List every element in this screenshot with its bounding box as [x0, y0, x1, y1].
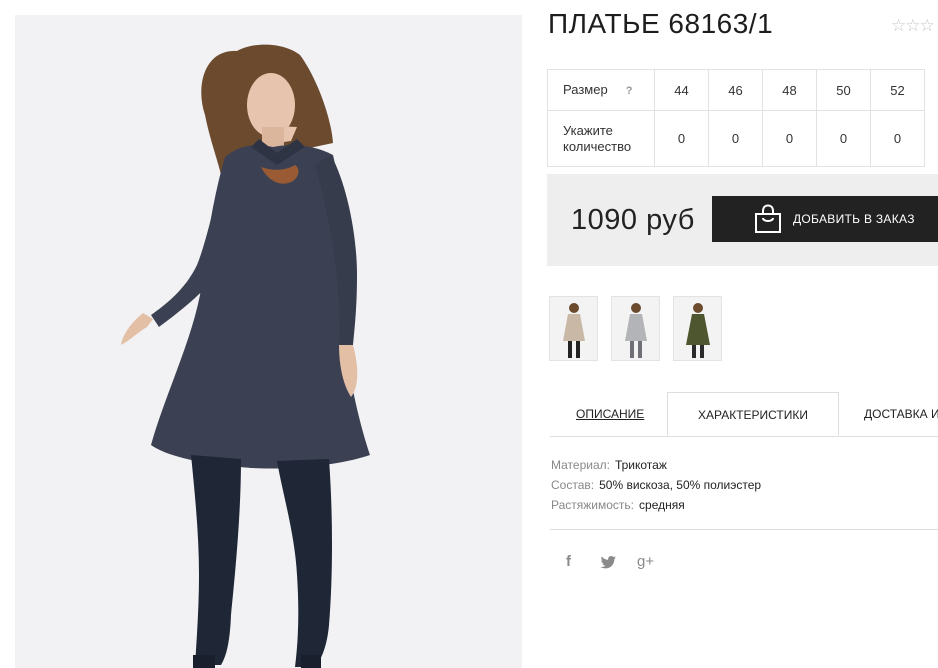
spec-key: Материал: — [551, 458, 610, 472]
quantity-input-52[interactable]: 0 — [870, 110, 925, 167]
beige-dress-thumbnail-image — [563, 303, 585, 358]
size-cell: 52 — [870, 69, 925, 111]
size-label: Размер — [563, 81, 608, 97]
twitter-icon[interactable] — [600, 556, 616, 573]
google-plus-icon[interactable]: g+ — [637, 553, 654, 570]
size-cell: 44 — [654, 69, 709, 111]
olive-dress-thumbnail-image — [686, 303, 710, 358]
thumbnail-beige-dress[interactable] — [549, 296, 598, 361]
model-in-dress-illustration — [121, 44, 370, 668]
product-title: ПЛАТЬЕ 68163/1 — [548, 8, 774, 39]
quantity-label-line1: Укажите — [563, 122, 613, 138]
spec-row: Состав: 50% вискоза, 50% полиэстер — [551, 475, 761, 495]
quantity-input-48[interactable]: 0 — [762, 110, 817, 167]
quantity-input-46[interactable]: 0 — [708, 110, 763, 167]
tab-characteristics[interactable]: ХАРАКТЕРИСТИКИ — [667, 392, 839, 436]
size-label-cell: Размер? — [547, 69, 655, 111]
add-to-order-button[interactable]: ДОБАВИТЬ В ЗАКАЗ — [712, 196, 938, 242]
twitter-bird-icon — [600, 556, 616, 569]
quantity-input-50[interactable]: 0 — [816, 110, 871, 167]
spec-row: Растяжимость: средняя — [551, 495, 761, 515]
help-icon[interactable]: ? — [626, 85, 633, 97]
price-panel: 1090 руб ДОБАВИТЬ В ЗАКАЗ — [547, 174, 938, 266]
spec-value: Трикотаж — [614, 458, 667, 472]
size-cell: 48 — [762, 69, 817, 111]
spec-key: Растяжимость: — [551, 498, 635, 512]
size-quantity-table: Размер? 44 46 48 50 52 Укажите количеств… — [547, 69, 925, 167]
add-to-order-label: ДОБАВИТЬ В ЗАКАЗ — [793, 212, 915, 226]
spec-value: 50% вискоза, 50% полиэстер — [599, 478, 762, 492]
thumbnail-grey-dress[interactable] — [611, 296, 660, 361]
product-info-tabs: ОПИСАНИЕ ХАРАКТЕРИСТИКИ ДОСТАВКА И — [550, 392, 938, 437]
size-cell: 46 — [708, 69, 763, 111]
shopping-bag-icon — [755, 204, 781, 233]
grey-dress-thumbnail-image — [625, 303, 647, 358]
quantity-label-line2: количество — [563, 138, 632, 154]
product-main-photo[interactable] — [15, 15, 522, 668]
tab-delivery[interactable]: ДОСТАВКА И — [864, 392, 938, 436]
rating-stars-icon[interactable]: ☆☆☆ — [891, 16, 935, 36]
thumbnail-olive-dress[interactable] — [673, 296, 722, 361]
spec-key: Состав: — [551, 478, 595, 492]
section-divider — [550, 529, 938, 530]
tab-description[interactable]: ОПИСАНИЕ — [576, 392, 644, 436]
product-price: 1090 руб — [571, 204, 695, 236]
spec-row: Материал: Трикотаж — [551, 455, 761, 475]
size-cell: 50 — [816, 69, 871, 111]
quantity-input-44[interactable]: 0 — [654, 110, 709, 167]
quantity-label-cell: Укажите количество — [547, 110, 655, 167]
characteristics-list: Материал: Трикотаж Состав: 50% вискоза, 50… — [551, 455, 761, 515]
facebook-icon[interactable]: f — [566, 553, 571, 570]
spec-value: средняя — [639, 498, 685, 512]
